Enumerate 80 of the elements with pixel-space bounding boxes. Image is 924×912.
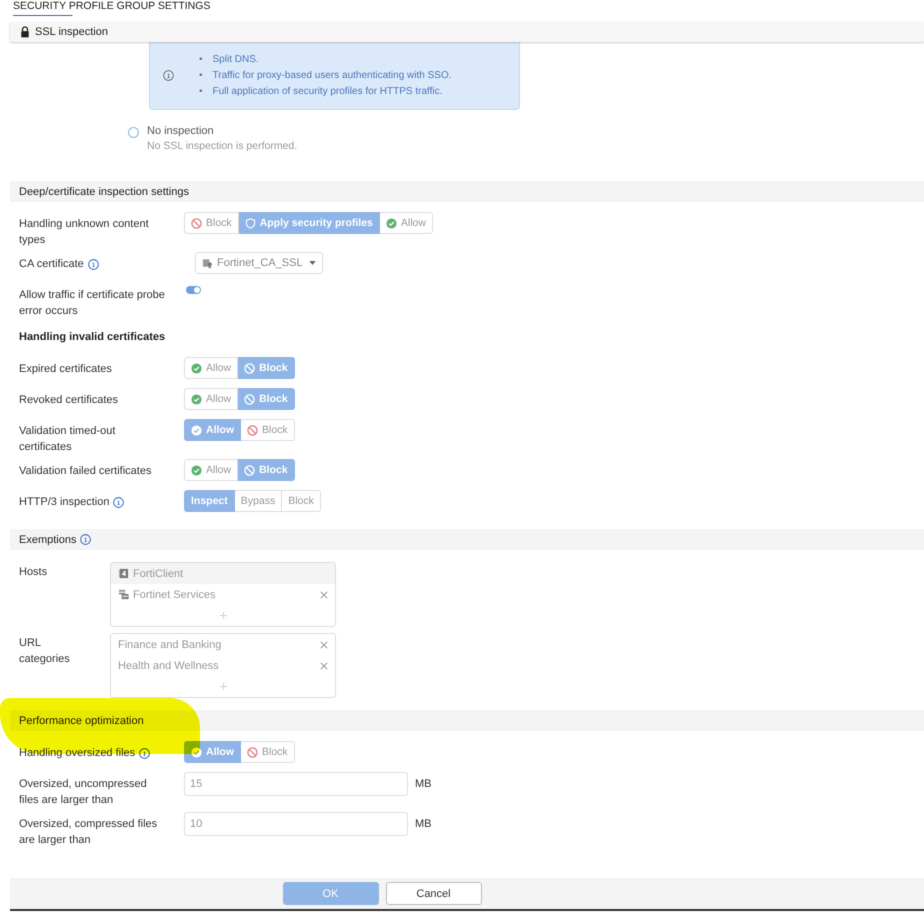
block-icon: [244, 362, 256, 374]
list-entry[interactable]: Fortinet Services: [133, 588, 316, 600]
entry-list[interactable]: FortiClient Fortinet Services: [110, 562, 336, 627]
segment-button[interactable]: Block: [241, 419, 295, 441]
segment-button[interactable]: Block: [282, 490, 321, 512]
info-icon: [163, 70, 174, 81]
radio-label[interactable]: No inspection: [147, 125, 298, 137]
field-label: Hosts: [19, 565, 48, 580]
caret-icon: [308, 261, 316, 265]
check-circle-icon: [191, 424, 202, 436]
section-title: Performance optimization: [19, 714, 144, 726]
field-label: Handling unknown content types: [19, 217, 150, 248]
close-icon[interactable]: [320, 590, 328, 598]
segment-button[interactable]: Block: [238, 459, 295, 481]
entry-list[interactable]: Finance and Banking Health and Wellness: [110, 633, 336, 698]
check-circle-icon: [191, 394, 202, 404]
unit-label: MB: [415, 817, 432, 832]
segment-button[interactable]: Allow: [184, 357, 238, 379]
segment-button[interactable]: Allow: [184, 459, 238, 481]
info-list-item: Split DNS.: [212, 52, 259, 66]
lock-icon: [20, 26, 30, 38]
list-entry[interactable]: Finance and Banking: [118, 638, 316, 650]
bullet: •: [199, 84, 203, 98]
field-label: Oversized, compressed files are larger than: [19, 817, 158, 848]
field-label: Oversized, uncompressed files are larger than: [19, 777, 148, 808]
info-list-item: Full application of security profiles for HTTPS traffic.: [212, 84, 442, 98]
number-field[interactable]: 10: [184, 812, 408, 836]
segment-button[interactable]: Allow: [184, 419, 241, 441]
check-circle-icon: [386, 218, 397, 228]
dialog-title[interactable]: SECURITY PROFILE GROUP SETTINGS: [13, 0, 210, 16]
segment-button[interactable]: Allow: [380, 212, 433, 234]
list-entry[interactable]: Health and Wellness: [118, 660, 316, 672]
server-icon: [118, 589, 129, 600]
check-circle-icon: [191, 362, 202, 374]
segment-button[interactable]: Allow: [184, 388, 238, 410]
info-icon[interactable]: [113, 496, 124, 508]
certificate-dropdown[interactable]: Fortinet_CA_SSL: [195, 252, 323, 274]
bullet: •: [199, 52, 203, 66]
radio-button[interactable]: [128, 127, 139, 138]
block-icon: [247, 424, 258, 436]
section-title: Exemptions: [19, 534, 76, 546]
bullet: •: [199, 68, 203, 82]
cancel-button[interactable]: Cancel: [386, 882, 482, 905]
subsection-heading: Handling invalid certificates: [19, 330, 166, 345]
field-label: Expired certificates: [19, 362, 112, 377]
block-icon: [191, 218, 202, 228]
certificate-icon: [202, 258, 213, 268]
number-field[interactable]: 15: [184, 772, 408, 796]
segment-button[interactable]: Apply security profiles: [238, 212, 380, 234]
section-title: SSL inspection: [35, 26, 108, 38]
field-label: Revoked certificates: [19, 393, 118, 408]
check-circle-icon: [191, 746, 202, 758]
info-icon[interactable]: [88, 258, 99, 270]
option-description: No SSL inspection is performed.: [147, 140, 298, 152]
segment-button[interactable]: Block: [184, 212, 239, 234]
segment-button[interactable]: Block: [241, 741, 295, 763]
section-title: Deep/certificate inspection settings: [19, 186, 189, 198]
field-label: Allow traffic if certificate probe error occurs: [19, 288, 166, 319]
segment-button[interactable]: Block: [238, 357, 295, 379]
field-label: Validation failed certificates: [19, 464, 152, 479]
close-icon[interactable]: [320, 662, 328, 670]
info-icon[interactable]: [80, 534, 92, 545]
block-icon: [244, 394, 256, 404]
ok-button[interactable]: OK: [282, 882, 378, 905]
close-icon[interactable]: [320, 640, 328, 648]
field-label: CA certificate: [19, 257, 84, 272]
block-icon: [247, 746, 258, 758]
segment-button[interactable]: Bypass: [234, 490, 282, 512]
field-label: HTTP/3 inspection: [19, 495, 110, 510]
segment-button[interactable]: Block: [238, 388, 295, 410]
shield-icon: [244, 218, 256, 228]
segment-button[interactable]: Inspect: [184, 490, 235, 512]
toggle-switch[interactable]: [186, 286, 201, 294]
badge-icon: [118, 568, 129, 579]
block-icon: [244, 464, 256, 476]
unit-label: MB: [415, 777, 432, 792]
info-list-item: Traffic for proxy-based users authenticating with SSO.: [212, 68, 452, 82]
field-label: Validation timed-out certificates: [19, 424, 116, 455]
check-circle-icon: [191, 464, 202, 476]
field-label: URL categories: [19, 636, 71, 667]
